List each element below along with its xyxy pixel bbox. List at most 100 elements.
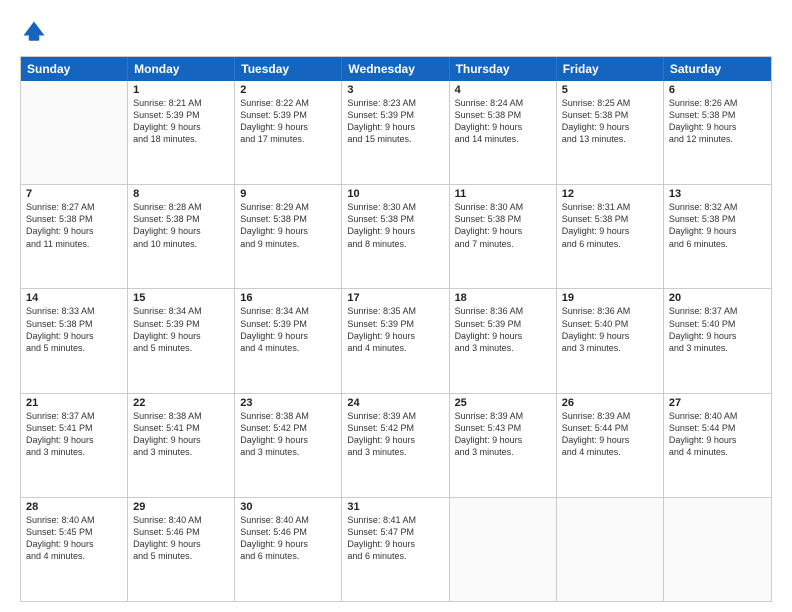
day-number: 23 bbox=[240, 397, 336, 409]
cell-line: Sunset: 5:46 PM bbox=[240, 526, 336, 538]
calendar-cell: 13Sunrise: 8:32 AMSunset: 5:38 PMDayligh… bbox=[664, 185, 771, 288]
calendar-cell: 28Sunrise: 8:40 AMSunset: 5:45 PMDayligh… bbox=[21, 498, 128, 601]
cell-line: Daylight: 9 hours bbox=[26, 330, 122, 342]
cell-line: Sunrise: 8:39 AM bbox=[455, 410, 551, 422]
calendar-cell: 1Sunrise: 8:21 AMSunset: 5:39 PMDaylight… bbox=[128, 81, 235, 184]
calendar-header-cell: Sunday bbox=[21, 57, 128, 81]
cell-line: Sunset: 5:38 PM bbox=[562, 109, 658, 121]
day-number: 11 bbox=[455, 188, 551, 200]
cell-line: Sunset: 5:47 PM bbox=[347, 526, 443, 538]
calendar-header-cell: Wednesday bbox=[342, 57, 449, 81]
cell-line: and 3 minutes. bbox=[133, 446, 229, 458]
calendar-cell: 19Sunrise: 8:36 AMSunset: 5:40 PMDayligh… bbox=[557, 289, 664, 392]
cell-line: Sunset: 5:42 PM bbox=[347, 422, 443, 434]
cell-line: Sunrise: 8:30 AM bbox=[455, 201, 551, 213]
calendar-row: 21Sunrise: 8:37 AMSunset: 5:41 PMDayligh… bbox=[21, 393, 771, 497]
calendar-cell bbox=[450, 498, 557, 601]
cell-line: Sunset: 5:38 PM bbox=[347, 213, 443, 225]
cell-line: Sunset: 5:41 PM bbox=[26, 422, 122, 434]
cell-line: Daylight: 9 hours bbox=[455, 121, 551, 133]
cell-line: Sunset: 5:46 PM bbox=[133, 526, 229, 538]
cell-line: and 3 minutes. bbox=[562, 342, 658, 354]
cell-line: and 9 minutes. bbox=[240, 238, 336, 250]
cell-line: Sunrise: 8:33 AM bbox=[26, 305, 122, 317]
cell-line: Daylight: 9 hours bbox=[347, 434, 443, 446]
calendar-cell: 29Sunrise: 8:40 AMSunset: 5:46 PMDayligh… bbox=[128, 498, 235, 601]
calendar-cell: 18Sunrise: 8:36 AMSunset: 5:39 PMDayligh… bbox=[450, 289, 557, 392]
day-number: 17 bbox=[347, 292, 443, 304]
calendar-header-cell: Friday bbox=[557, 57, 664, 81]
cell-line: and 3 minutes. bbox=[26, 446, 122, 458]
cell-line: and 11 minutes. bbox=[26, 238, 122, 250]
cell-line: Sunrise: 8:32 AM bbox=[669, 201, 766, 213]
day-number: 2 bbox=[240, 84, 336, 96]
calendar-header: SundayMondayTuesdayWednesdayThursdayFrid… bbox=[21, 57, 771, 81]
calendar-cell: 25Sunrise: 8:39 AMSunset: 5:43 PMDayligh… bbox=[450, 394, 557, 497]
cell-line: Sunset: 5:45 PM bbox=[26, 526, 122, 538]
day-number: 16 bbox=[240, 292, 336, 304]
cell-line: Sunrise: 8:23 AM bbox=[347, 97, 443, 109]
cell-line: Daylight: 9 hours bbox=[562, 434, 658, 446]
day-number: 12 bbox=[562, 188, 658, 200]
day-number: 14 bbox=[26, 292, 122, 304]
header bbox=[20, 18, 772, 46]
cell-line: Sunrise: 8:40 AM bbox=[26, 514, 122, 526]
calendar: SundayMondayTuesdayWednesdayThursdayFrid… bbox=[20, 56, 772, 602]
calendar-cell: 6Sunrise: 8:26 AMSunset: 5:38 PMDaylight… bbox=[664, 81, 771, 184]
cell-line: Sunset: 5:38 PM bbox=[26, 318, 122, 330]
cell-line: Sunrise: 8:25 AM bbox=[562, 97, 658, 109]
cell-line: Sunset: 5:38 PM bbox=[240, 213, 336, 225]
cell-line: Sunrise: 8:31 AM bbox=[562, 201, 658, 213]
day-number: 3 bbox=[347, 84, 443, 96]
cell-line: Sunrise: 8:35 AM bbox=[347, 305, 443, 317]
calendar-body: 1Sunrise: 8:21 AMSunset: 5:39 PMDaylight… bbox=[21, 81, 771, 601]
cell-line: Sunrise: 8:34 AM bbox=[133, 305, 229, 317]
cell-line: Sunrise: 8:39 AM bbox=[347, 410, 443, 422]
cell-line: Sunrise: 8:38 AM bbox=[240, 410, 336, 422]
cell-line: and 6 minutes. bbox=[562, 238, 658, 250]
calendar-header-cell: Thursday bbox=[450, 57, 557, 81]
day-number: 8 bbox=[133, 188, 229, 200]
cell-line: Sunset: 5:44 PM bbox=[669, 422, 766, 434]
cell-line: Sunrise: 8:38 AM bbox=[133, 410, 229, 422]
cell-line: and 10 minutes. bbox=[133, 238, 229, 250]
calendar-cell: 12Sunrise: 8:31 AMSunset: 5:38 PMDayligh… bbox=[557, 185, 664, 288]
day-number: 26 bbox=[562, 397, 658, 409]
cell-line: Sunset: 5:44 PM bbox=[562, 422, 658, 434]
calendar-cell: 2Sunrise: 8:22 AMSunset: 5:39 PMDaylight… bbox=[235, 81, 342, 184]
day-number: 4 bbox=[455, 84, 551, 96]
cell-line: Sunset: 5:42 PM bbox=[240, 422, 336, 434]
calendar-cell: 14Sunrise: 8:33 AMSunset: 5:38 PMDayligh… bbox=[21, 289, 128, 392]
cell-line: Daylight: 9 hours bbox=[26, 538, 122, 550]
cell-line: and 4 minutes. bbox=[669, 446, 766, 458]
calendar-cell: 27Sunrise: 8:40 AMSunset: 5:44 PMDayligh… bbox=[664, 394, 771, 497]
calendar-cell: 3Sunrise: 8:23 AMSunset: 5:39 PMDaylight… bbox=[342, 81, 449, 184]
cell-line: Sunrise: 8:40 AM bbox=[669, 410, 766, 422]
cell-line: Daylight: 9 hours bbox=[347, 121, 443, 133]
cell-line: Sunset: 5:41 PM bbox=[133, 422, 229, 434]
cell-line: Sunrise: 8:28 AM bbox=[133, 201, 229, 213]
cell-line: Daylight: 9 hours bbox=[133, 434, 229, 446]
cell-line: Daylight: 9 hours bbox=[240, 225, 336, 237]
calendar-cell bbox=[664, 498, 771, 601]
cell-line: Sunrise: 8:30 AM bbox=[347, 201, 443, 213]
day-number: 25 bbox=[455, 397, 551, 409]
cell-line: Sunrise: 8:40 AM bbox=[133, 514, 229, 526]
calendar-cell: 21Sunrise: 8:37 AMSunset: 5:41 PMDayligh… bbox=[21, 394, 128, 497]
cell-line: Sunrise: 8:26 AM bbox=[669, 97, 766, 109]
cell-line: Sunset: 5:38 PM bbox=[669, 213, 766, 225]
cell-line: and 18 minutes. bbox=[133, 133, 229, 145]
cell-line: Sunset: 5:40 PM bbox=[669, 318, 766, 330]
day-number: 18 bbox=[455, 292, 551, 304]
cell-line: Daylight: 9 hours bbox=[240, 330, 336, 342]
cell-line: Sunrise: 8:37 AM bbox=[669, 305, 766, 317]
calendar-cell: 15Sunrise: 8:34 AMSunset: 5:39 PMDayligh… bbox=[128, 289, 235, 392]
cell-line: Daylight: 9 hours bbox=[240, 434, 336, 446]
cell-line: Daylight: 9 hours bbox=[347, 538, 443, 550]
calendar-cell: 5Sunrise: 8:25 AMSunset: 5:38 PMDaylight… bbox=[557, 81, 664, 184]
cell-line: Daylight: 9 hours bbox=[455, 434, 551, 446]
calendar-cell: 23Sunrise: 8:38 AMSunset: 5:42 PMDayligh… bbox=[235, 394, 342, 497]
cell-line: Sunset: 5:39 PM bbox=[133, 109, 229, 121]
cell-line: and 3 minutes. bbox=[455, 446, 551, 458]
cell-line: Sunset: 5:38 PM bbox=[455, 109, 551, 121]
